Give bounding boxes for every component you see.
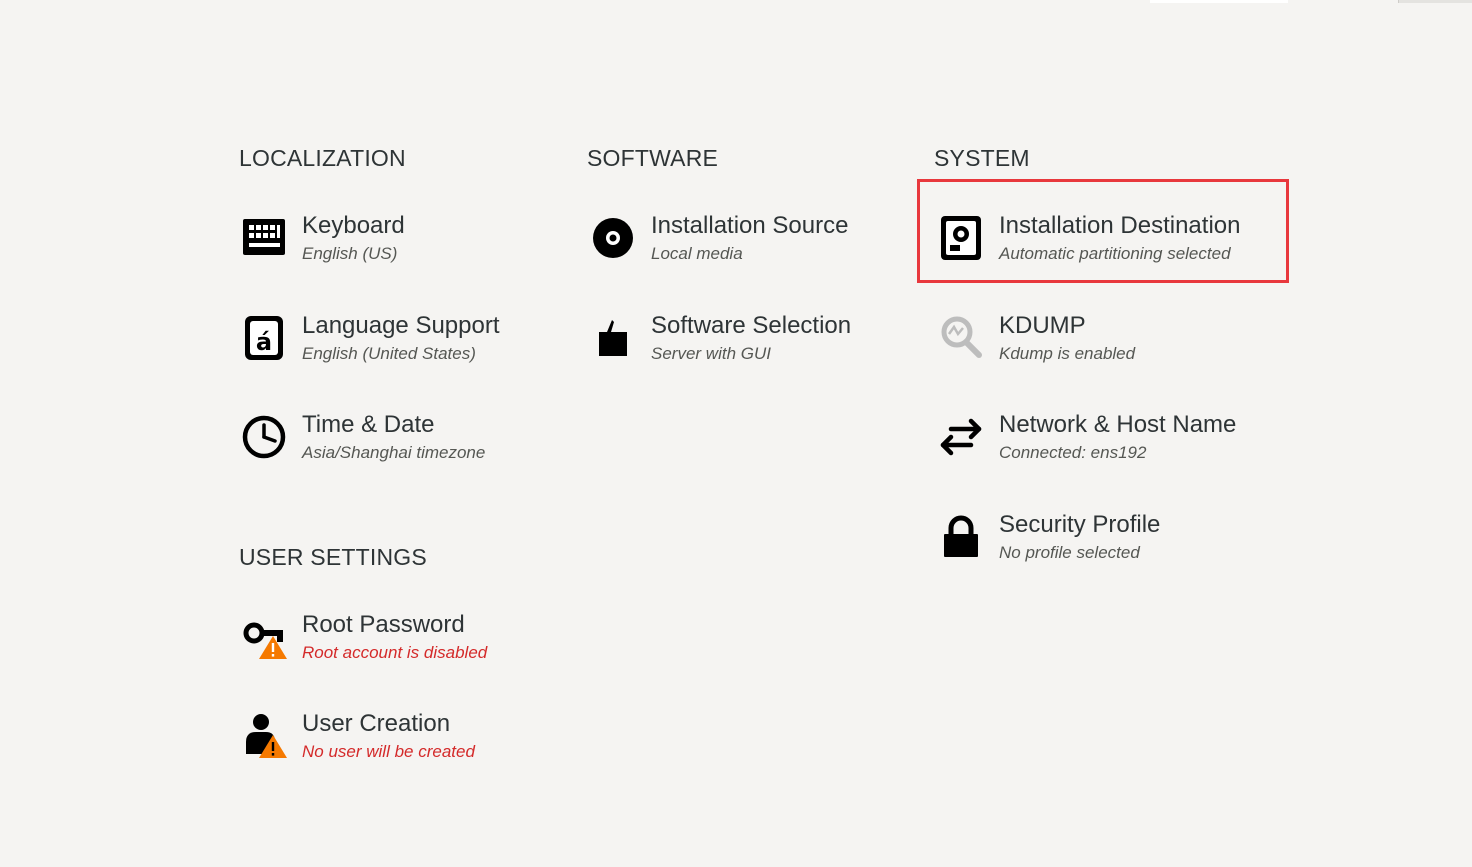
spoke-root-status: Root account is disabled (302, 643, 488, 662)
section-software: SOFTWARE (587, 145, 719, 171)
disc-icon (589, 214, 637, 262)
spoke-language-title: Language Support (302, 312, 500, 339)
spoke-security-status: No profile selected (999, 543, 1140, 562)
spoke-user-title: User Creation (302, 710, 451, 737)
language-icon: á (240, 314, 288, 362)
section-user-settings: USER SETTINGS (239, 544, 427, 570)
package-icon (589, 314, 637, 362)
spoke-kdump-title: KDUMP (999, 312, 1086, 339)
spoke-source-title: Installation Source (651, 212, 849, 239)
spoke-time-status: Asia/Shanghai timezone (302, 443, 486, 462)
section-system: SYSTEM (934, 145, 1030, 171)
spoke-kdump-status: Kdump is enabled (999, 344, 1136, 363)
spoke-network-status: Connected: ens192 (999, 443, 1147, 462)
spoke-time-title: Time & Date (302, 411, 435, 438)
spoke-root-password[interactable]: Root Password Root account is disabled (240, 611, 487, 664)
spoke-user-status: No user will be created (302, 742, 475, 761)
spoke-language-status: English (United States) (302, 344, 476, 363)
spoke-keyboard[interactable]: Keyboard English (US) (240, 212, 405, 265)
spoke-software-status: Server with GUI (651, 344, 771, 363)
svg-text:á: á (256, 328, 272, 356)
spoke-security-title: Security Profile (999, 511, 1161, 538)
spoke-root-title: Root Password (302, 611, 465, 638)
spoke-language-support[interactable]: á Language Support English (United State… (240, 312, 500, 365)
section-localization: LOCALIZATION (239, 145, 406, 171)
spoke-installation-destination[interactable]: Installation Destination Automatic parti… (937, 212, 1240, 265)
spoke-installation-source[interactable]: Installation Source Local media (589, 212, 848, 265)
spoke-keyboard-title: Keyboard (302, 212, 405, 239)
key-warning-icon (240, 613, 288, 661)
top-corner-button (1398, 0, 1472, 3)
spoke-source-status: Local media (651, 244, 743, 263)
clock-icon (240, 413, 288, 461)
hard-drive-icon (937, 214, 985, 262)
spoke-destination-title: Installation Destination (999, 212, 1241, 239)
spoke-destination-status: Automatic partitioning selected (999, 244, 1231, 263)
spoke-network-title: Network & Host Name (999, 411, 1237, 438)
spoke-kdump[interactable]: KDUMP Kdump is enabled (937, 312, 1135, 365)
spoke-network-host-name[interactable]: Network & Host Name Connected: ens192 (937, 411, 1236, 464)
magnifier-icon (937, 314, 985, 362)
keyboard-icon (240, 214, 288, 262)
spoke-software-selection[interactable]: Software Selection Server with GUI (589, 312, 851, 365)
network-arrows-icon (937, 413, 985, 461)
spoke-user-creation[interactable]: User Creation No user will be created (240, 710, 475, 763)
top-strip (1150, 0, 1288, 3)
spoke-keyboard-status: English (US) (302, 244, 398, 263)
user-warning-icon (240, 712, 288, 760)
lock-icon (937, 513, 985, 561)
spoke-security-profile[interactable]: Security Profile No profile selected (937, 511, 1160, 564)
spoke-time-date[interactable]: Time & Date Asia/Shanghai timezone (240, 411, 485, 464)
spoke-software-title: Software Selection (651, 312, 852, 339)
